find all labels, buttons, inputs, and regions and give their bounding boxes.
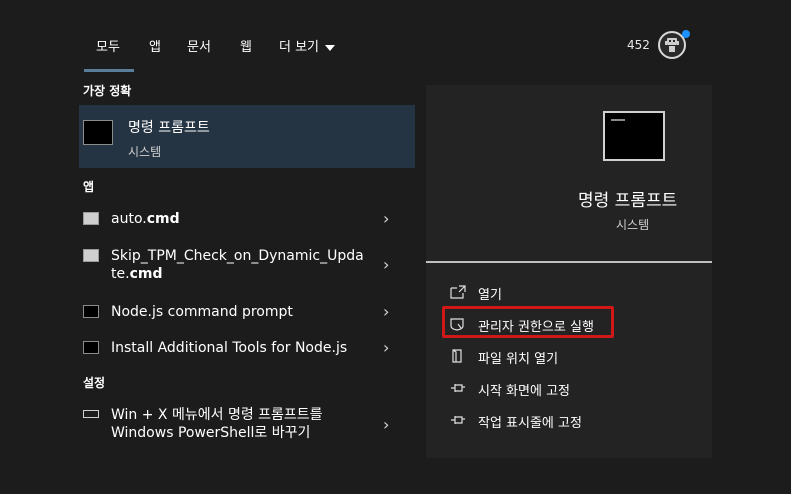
list-item-label: Skip_TPM_Check_on_Dynamic_Upda te.cmd: [111, 248, 364, 282]
section-settings: 설정: [83, 376, 106, 390]
detail-subtitle: 시스템: [616, 218, 650, 232]
list-item-winx-setting[interactable]: Win + X 메뉴에서 명령 프롬프트를 Windows PowerShell…: [79, 405, 415, 447]
action-pin-to-start-label: 시작 화면에 고정: [478, 384, 570, 399]
pin-icon: [451, 416, 465, 424]
folder-icon: [452, 349, 462, 363]
best-match-subtitle: 시스템: [128, 145, 162, 159]
tab-web[interactable]: 웹: [240, 36, 252, 55]
list-item-nodejs-prompt[interactable]: Node.js command prompt ›: [79, 302, 415, 324]
chevron-right-icon[interactable]: ›: [383, 338, 389, 357]
monitor-icon: [83, 410, 99, 418]
cmd-icon: [603, 111, 665, 161]
pin-icon: [451, 384, 465, 392]
section-best-match: 가장 정확: [83, 84, 132, 98]
user-avatar-icon: [665, 38, 679, 52]
chevron-right-icon[interactable]: ›: [383, 209, 389, 228]
best-match-title: 명령 프롬프트: [128, 120, 210, 136]
action-open-file-location-label: 파일 위치 열기: [478, 352, 559, 367]
file-icon: [83, 212, 99, 225]
file-icon: [83, 249, 99, 262]
list-item-label: Install Additional Tools for Node.js: [111, 340, 348, 356]
tab-apps[interactable]: 앱: [149, 36, 161, 55]
tab-more[interactable]: 더 보기: [279, 36, 336, 55]
open-icon: [450, 285, 466, 299]
cmd-icon: [83, 305, 99, 318]
action-open-label: 열기: [478, 288, 502, 303]
chevron-down-icon: [325, 44, 336, 51]
rewards-points[interactable]: 452: [627, 38, 650, 52]
list-item-label: auto.cmd: [111, 211, 180, 227]
list-item-auto-cmd[interactable]: auto.cmd ›: [79, 208, 415, 230]
tab-documents[interactable]: 문서: [187, 36, 211, 55]
cmd-icon: [83, 120, 113, 145]
best-match-item[interactable]: 명령 프롬프트 시스템: [79, 105, 415, 168]
list-item-skip-tpm[interactable]: Skip_TPM_Check_on_Dynamic_Upda te.cmd ›: [79, 246, 415, 286]
section-apps: 앱: [83, 180, 95, 194]
list-item-label: Node.js command prompt: [111, 304, 293, 320]
detail-pane: 명령 프롬프트 시스템 열기 관리자 권한으로 실행 파일 위치 열기 시작 화…: [426, 85, 712, 458]
cmd-icon: [83, 341, 99, 354]
chevron-right-icon[interactable]: ›: [383, 255, 389, 274]
notification-dot: [682, 30, 690, 38]
tab-more-label: 더 보기: [279, 40, 320, 55]
divider: [426, 261, 712, 263]
tab-all[interactable]: 모두: [96, 36, 120, 55]
chevron-right-icon[interactable]: ›: [383, 302, 389, 321]
chevron-right-icon[interactable]: ›: [383, 415, 389, 434]
tab-all-underline: [84, 69, 134, 72]
highlight-box: [442, 306, 614, 338]
detail-title: 명령 프롬프트: [578, 191, 678, 211]
list-item-nodejs-tools[interactable]: Install Additional Tools for Node.js ›: [79, 338, 415, 360]
list-item-label: Win + X 메뉴에서 명령 프롬프트를 Windows PowerShell…: [111, 407, 323, 441]
action-pin-to-taskbar-label: 작업 표시줄에 고정: [478, 416, 582, 431]
